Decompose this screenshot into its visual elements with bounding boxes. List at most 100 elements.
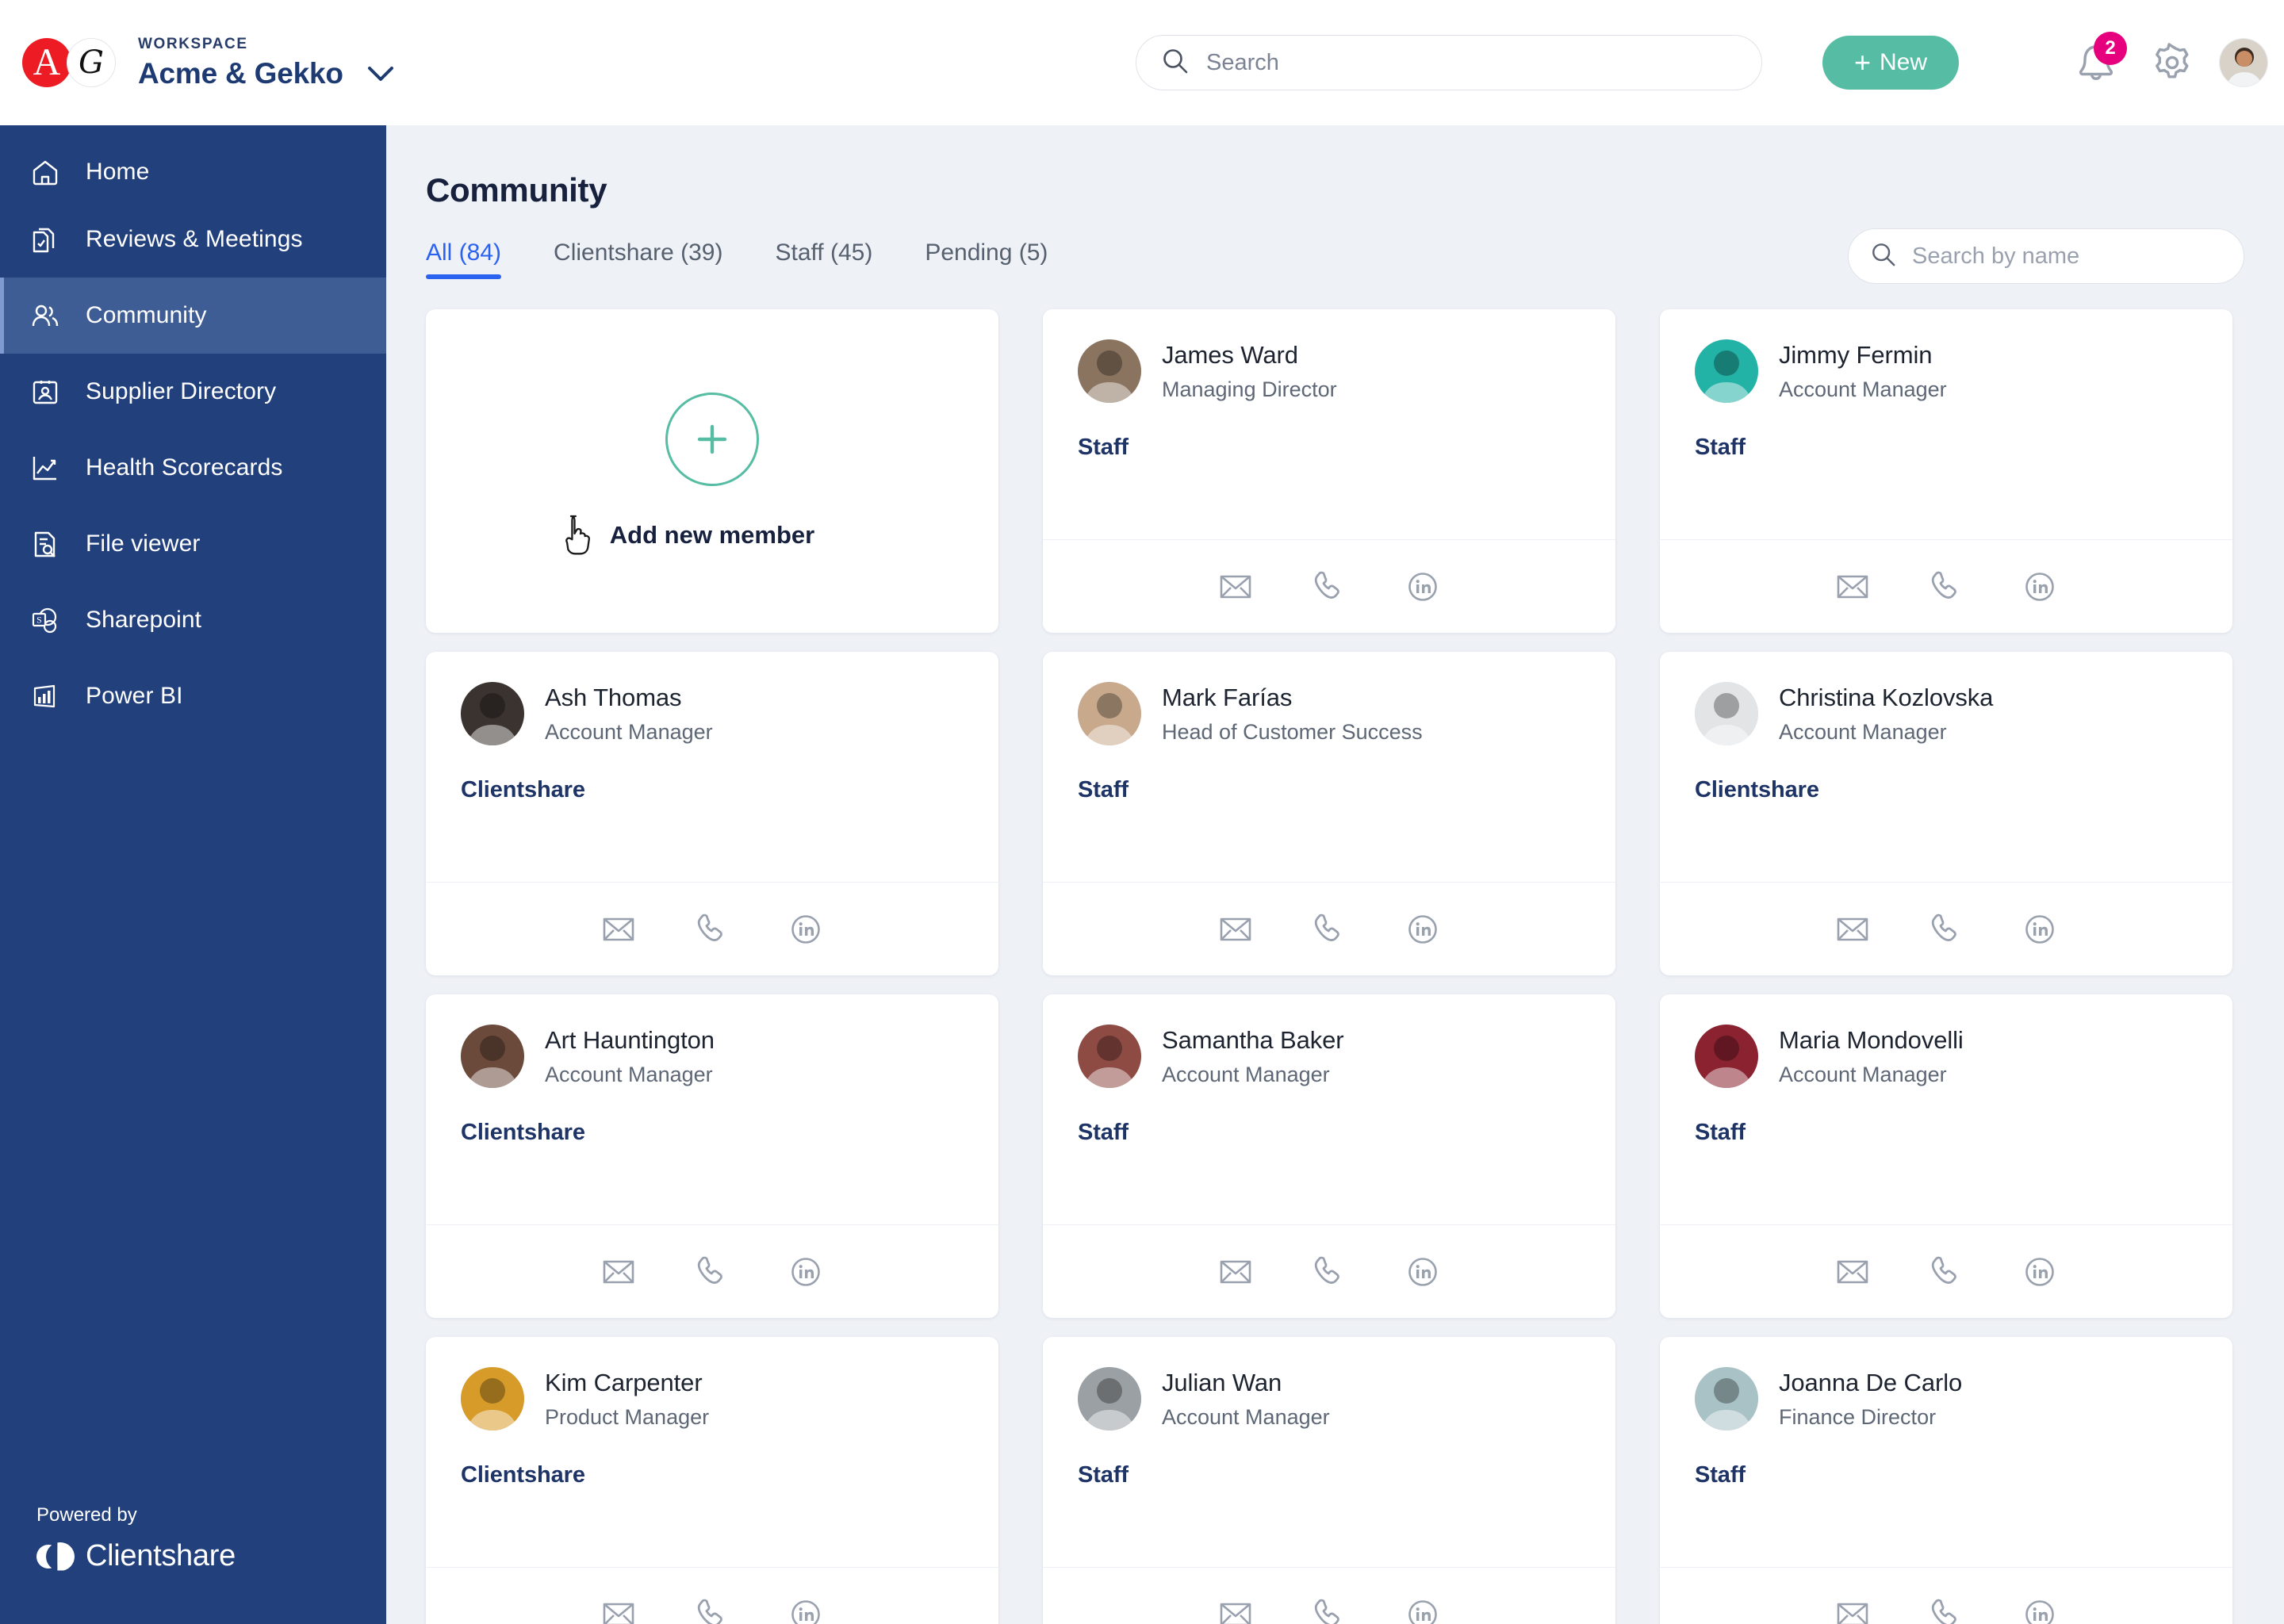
phone-icon[interactable] [1928, 1596, 1964, 1624]
tab-all[interactable]: All (84) [426, 239, 502, 279]
member-name: Kim Carpenter [545, 1368, 703, 1396]
tab-staff[interactable]: Staff (45) [775, 239, 872, 279]
powered-by-brand: Clientshare [86, 1539, 236, 1572]
phone-icon[interactable] [1311, 1596, 1347, 1624]
member-card[interactable]: Christina Kozlovska Account Manager Client… [1660, 652, 2232, 975]
page-title: Community [426, 171, 607, 209]
search-by-name-input[interactable]: Search by name [1848, 228, 2244, 284]
member-group-badge: Staff [1078, 1120, 1129, 1145]
member-card[interactable]: Joanna De Carlo Finance Director Staff [1660, 1337, 2232, 1624]
email-icon[interactable] [1217, 1596, 1254, 1624]
sidebar-item-supplier-directory[interactable]: Supplier Directory [0, 354, 386, 430]
phone-icon[interactable] [694, 911, 730, 948]
tab-pending[interactable]: Pending (5) [925, 239, 1048, 279]
settings-button[interactable] [2149, 40, 2195, 86]
svg-text:S: S [36, 615, 42, 626]
linkedin-icon[interactable] [1405, 1254, 1441, 1290]
linkedin-icon[interactable] [788, 1596, 824, 1624]
notifications-button[interactable]: 2 [2071, 32, 2127, 87]
email-icon[interactable] [1217, 1254, 1254, 1290]
global-search-input[interactable]: Search [1136, 35, 1762, 90]
sidebar-item-label: Community [86, 302, 207, 328]
avatar [1078, 339, 1141, 403]
member-card-body: Art Hauntington Account Manager Clientshar… [426, 994, 998, 1224]
user-avatar[interactable] [2219, 38, 2268, 87]
member-card-actions [1043, 1567, 1615, 1624]
member-card[interactable]: Jimmy Fermin Account Manager Staff [1660, 309, 2232, 633]
member-card-actions [1043, 1224, 1615, 1318]
linkedin-icon[interactable] [2021, 911, 2058, 948]
workspace-switcher[interactable]: WORKSPACE Acme & Gekko [138, 36, 394, 90]
brand-logos: A G [22, 38, 116, 87]
linkedin-icon[interactable] [1405, 569, 1441, 605]
phone-icon[interactable] [1311, 911, 1347, 948]
member-card[interactable]: Kim Carpenter Product Manager Clientshare [426, 1337, 998, 1624]
member-name: Christina Kozlovska [1779, 683, 1994, 711]
member-card[interactable]: Samantha Baker Account Manager Staff [1043, 994, 1615, 1318]
member-card[interactable]: Ash Thomas Account Manager Clientshare [426, 652, 998, 975]
member-role: Managing Director [1162, 377, 1337, 401]
sidebar-item-health-scorecards[interactable]: Health Scorecards [0, 430, 386, 506]
member-card-actions [1660, 1224, 2232, 1318]
sidebar-item-home[interactable]: Home [0, 125, 386, 201]
email-icon[interactable] [1834, 569, 1871, 605]
phone-icon[interactable] [1311, 1254, 1347, 1290]
home-icon [30, 157, 73, 187]
member-group-badge: Staff [1078, 1462, 1129, 1488]
member-card-body: Jimmy Fermin Account Manager Staff [1660, 309, 2232, 539]
new-button[interactable]: + New [1822, 36, 1959, 90]
email-icon[interactable] [600, 1254, 637, 1290]
member-card[interactable]: Mark Farías Head of Customer Success Staff [1043, 652, 1615, 975]
linkedin-icon[interactable] [788, 911, 824, 948]
id-card-icon [30, 377, 73, 407]
linkedin-icon[interactable] [1405, 1596, 1441, 1624]
member-card-body: Samantha Baker Account Manager Staff [1043, 994, 1615, 1224]
avatar [1695, 682, 1758, 745]
linkedin-icon[interactable] [2021, 569, 2058, 605]
phone-icon[interactable] [1928, 911, 1964, 948]
linkedin-icon[interactable] [2021, 1596, 2058, 1624]
member-card-actions [1043, 882, 1615, 975]
member-role: Account Manager [1779, 377, 1947, 401]
member-card[interactable]: Maria Mondovelli Account Manager Staff [1660, 994, 2232, 1318]
top-bar: A G WORKSPACE Acme & Gekko Search + New … [0, 0, 2284, 125]
chevron-down-icon[interactable] [367, 65, 394, 82]
sharepoint-icon: S [30, 605, 73, 635]
add-new-member-card[interactable]: Add new member [426, 309, 998, 633]
member-card[interactable]: James Ward Managing Director Staff [1043, 309, 1615, 633]
tab-clientshare[interactable]: Clientshare (39) [554, 239, 722, 279]
linkedin-icon[interactable] [2021, 1254, 2058, 1290]
member-group-badge: Staff [1695, 435, 1746, 460]
phone-icon[interactable] [1311, 569, 1347, 605]
email-icon[interactable] [1834, 1596, 1871, 1624]
sidebar-item-label: File viewer [86, 530, 201, 557]
linkedin-icon[interactable] [788, 1254, 824, 1290]
sidebar-item-sharepoint[interactable]: S Sharepoint [0, 582, 386, 658]
member-card-body: Mark Farías Head of Customer Success Staff [1043, 652, 1615, 882]
phone-icon[interactable] [694, 1254, 730, 1290]
global-search-placeholder: Search [1206, 49, 1279, 75]
member-group-badge: Staff [1078, 435, 1129, 460]
phone-icon[interactable] [694, 1596, 730, 1624]
email-icon[interactable] [1834, 1254, 1871, 1290]
plus-circle-icon [665, 393, 759, 486]
sidebar-item-community[interactable]: Community [0, 278, 386, 354]
email-icon[interactable] [1834, 911, 1871, 948]
email-icon[interactable] [1217, 911, 1254, 948]
phone-icon[interactable] [1928, 1254, 1964, 1290]
member-card[interactable]: Julian Wan Account Manager Staff [1043, 1337, 1615, 1624]
email-icon[interactable] [600, 1596, 637, 1624]
gear-icon [2156, 43, 2189, 79]
sidebar-item-file-viewer[interactable]: File viewer [0, 506, 386, 582]
email-icon[interactable] [1217, 569, 1254, 605]
phone-icon[interactable] [1928, 569, 1964, 605]
email-icon[interactable] [600, 911, 637, 948]
sidebar: Home Reviews & Meetings Community Suppli… [0, 125, 386, 1624]
member-name: Maria Mondovelli [1779, 1025, 1964, 1054]
sidebar-item-power-bi[interactable]: Power BI [0, 658, 386, 734]
member-role: Account Manager [1162, 1062, 1330, 1086]
workspace-label: WORKSPACE [138, 35, 248, 52]
linkedin-icon[interactable] [1405, 911, 1441, 948]
sidebar-item-reviews-meetings[interactable]: Reviews & Meetings [0, 201, 386, 278]
member-card[interactable]: Art Hauntington Account Manager Clientshar… [426, 994, 998, 1318]
